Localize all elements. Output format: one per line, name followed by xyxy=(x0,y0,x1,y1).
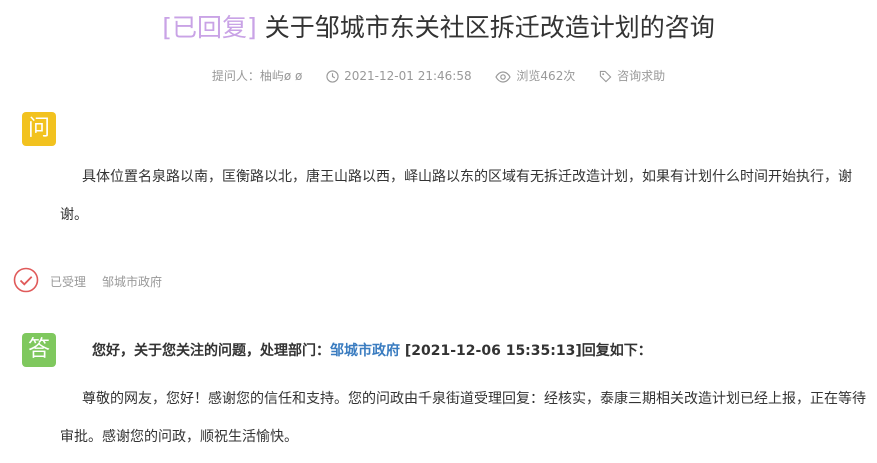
question-text: 具体位置名泉路以南，匡衡路以北，唐王山路以西，峄山路以东的区域有无拆迁改造计划，… xyxy=(60,169,852,223)
category-item[interactable]: 咨询求助 xyxy=(599,67,665,85)
department-link[interactable]: 邹城市政府 xyxy=(330,343,400,359)
views-item: 浏览462次 xyxy=(495,67,575,85)
clock-icon xyxy=(326,69,339,83)
accepted-label: 已受理 xyxy=(50,275,87,289)
eye-icon xyxy=(495,70,512,83)
time-item: 2021-12-01 21:46:58 xyxy=(326,67,472,85)
accepted-department: 邹城市政府 xyxy=(102,275,163,289)
tag-icon xyxy=(599,70,612,82)
reply-text: 尊敬的网友，您好！感谢您的信任和支持。您的问政由千泉街道受理回复：经核实，泰康三… xyxy=(60,391,866,445)
page-title: [已回复] 关于邹城市东关社区拆迁改造计划的咨询 xyxy=(0,10,877,46)
reply-header-suffix: [2021-12-06 15:35:13]回复如下： xyxy=(400,343,652,359)
meta-bar: 提问人：柚屿ø ø 2021-12-01 21:46:58 浏览462次 咨询求… xyxy=(0,66,877,85)
reply-status: [已回复] xyxy=(162,13,257,42)
asker-item[interactable]: 提问人：柚屿ø ø xyxy=(212,67,303,85)
answer-badge: 答 xyxy=(22,333,56,367)
asker-text: 提问人：柚屿ø ø xyxy=(211,68,303,83)
post-time: 2021-12-01 21:46:58 xyxy=(344,68,472,83)
title-text: 关于邹城市东关社区拆迁改造计划的咨询 xyxy=(264,13,715,42)
reply-header-prefix: 您好，关于您关注的问题，处理部门： xyxy=(92,343,330,359)
question-badge: 问 xyxy=(22,112,56,146)
reply-header: 您好，关于您关注的问题，处理部门：邹城市政府 [2021-12-06 15:35… xyxy=(92,340,652,362)
view-count: 浏览462次 xyxy=(516,68,576,83)
check-circle-icon xyxy=(13,267,39,293)
category-label: 咨询求助 xyxy=(617,68,666,83)
